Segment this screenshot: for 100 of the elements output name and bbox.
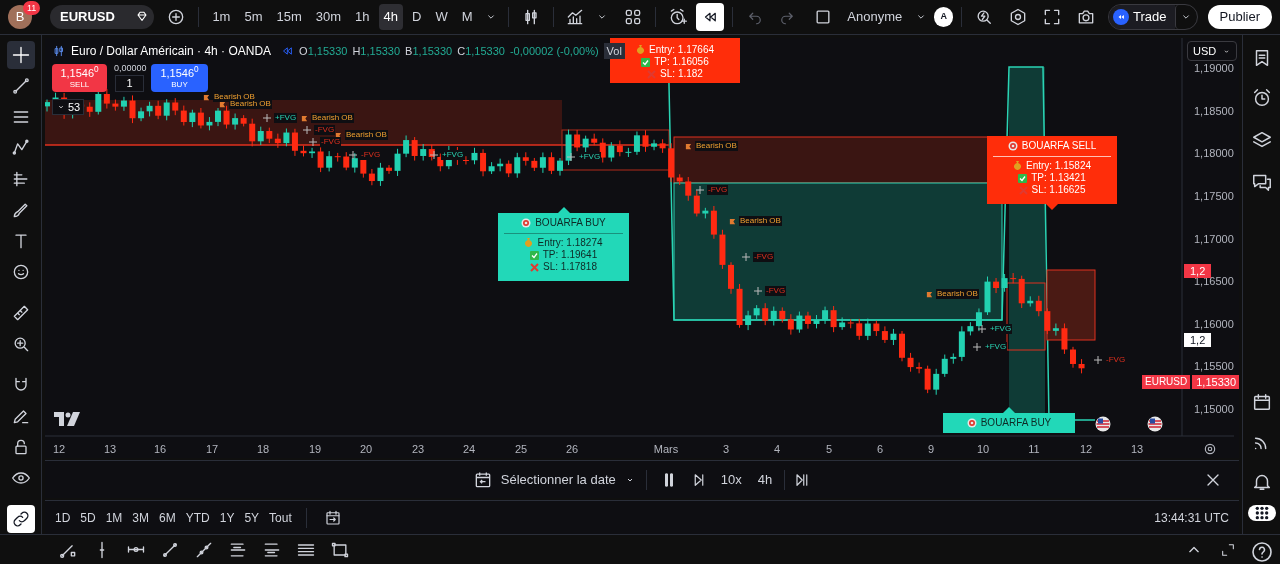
symbol-search[interactable]: EURUSD	[50, 5, 155, 29]
time-tick: Mars	[653, 442, 679, 457]
marker-label: Bearish OB	[345, 130, 388, 140]
time-tick: 13	[1130, 442, 1144, 457]
notification-badge: 11	[23, 1, 41, 15]
interval-tab[interactable]: 4h	[378, 4, 404, 30]
interval-tab[interactable]: 30m	[310, 4, 347, 30]
marker-label: Bearish OB	[739, 216, 782, 226]
signal-line: SL: 1.182	[660, 68, 703, 80]
marker-label: +FVG	[989, 324, 1013, 334]
quantity-field[interactable]: 1	[115, 75, 144, 92]
time-tick: 16	[153, 442, 167, 457]
time-tick: 24	[462, 442, 476, 457]
interval-tab[interactable]: 15m	[271, 4, 307, 30]
price-change: -0,00002 (-0,00%)	[509, 43, 599, 59]
price-tick: 1,18000	[1194, 147, 1234, 160]
marker-label: -FVG	[707, 185, 729, 195]
time-tick: 4	[773, 442, 781, 457]
collapse-indicators-button[interactable]: 53	[52, 99, 85, 115]
time-tick: 25	[514, 442, 528, 457]
price-tick: 1,16500	[1194, 275, 1234, 288]
marker-label: Bearish OB	[695, 141, 738, 151]
signal-line: SL: 1.16625	[1031, 184, 1086, 196]
interval-tab[interactable]: 1m	[207, 4, 236, 30]
ohlc-value: O1,15330	[299, 43, 348, 59]
marker-label: Bearish OB	[229, 99, 272, 109]
time-tick: 13	[103, 442, 117, 457]
time-tick: 26	[565, 442, 579, 457]
time-tick: 10	[976, 442, 990, 457]
price-tick: 1,19000	[1194, 62, 1234, 74]
marker-label: -FVG	[314, 125, 336, 135]
price-tick: 1,18500	[1194, 104, 1234, 117]
trade-button[interactable]: Trade	[1109, 5, 1175, 29]
signal-line: TP: 1.19641	[542, 249, 598, 261]
signal-line: TP: 1.16056	[654, 56, 709, 68]
speed-button[interactable]: 10x	[712, 465, 750, 494]
range-button[interactable]: 6M	[159, 508, 176, 527]
interval-tab[interactable]: 5m	[239, 4, 268, 30]
price-tick: 1,15500	[1194, 360, 1234, 373]
marker-label: -FVG	[360, 150, 382, 160]
range-button[interactable]: YTD	[185, 508, 210, 527]
marker-label: +FVG	[441, 150, 465, 160]
range-button[interactable]: 1Y	[219, 508, 235, 527]
time-tick: 6	[876, 442, 884, 457]
interval-button[interactable]: 4h	[749, 465, 781, 494]
marker-label: +FVG	[578, 152, 602, 162]
time-tick: 9	[927, 442, 935, 457]
marker-label: -FVG	[753, 252, 775, 262]
time-tick: 12	[1079, 442, 1093, 457]
price-tick: 1,17000	[1194, 232, 1234, 245]
interval-tab[interactable]: M	[456, 4, 478, 30]
sell-button[interactable]: 1,1546$^{0}$ SELL	[52, 64, 107, 92]
signal-line: Entry: 1.17664	[648, 44, 714, 56]
symbol-text: EURUSD	[60, 8, 115, 27]
buy-button[interactable]: 1,1546$^{0}$ BUY	[151, 64, 208, 92]
range-button[interactable]: 3M	[132, 508, 150, 527]
chart-title: Euro / Dollar Américain · 4h · OANDA	[71, 43, 272, 60]
spread-value: 0,00000	[114, 62, 147, 75]
range-button[interactable]: 1D	[55, 508, 71, 527]
range-button[interactable]: 1M	[105, 508, 123, 527]
currency-dropdown[interactable]: USD	[1187, 41, 1238, 61]
ohlc-value: B1,15330	[405, 43, 453, 59]
range-button[interactable]: 5D	[80, 508, 96, 527]
time-tick: 11	[1028, 442, 1040, 457]
price-tick: 1,16000	[1194, 317, 1234, 330]
layout-name-button[interactable]: Anonyme	[841, 7, 909, 27]
marker-label: -FVG	[1105, 355, 1127, 365]
publish-button[interactable]: Publier	[1207, 5, 1272, 29]
time-tick: 20	[359, 442, 373, 457]
volume-label: Vol	[603, 42, 625, 60]
signal-title: BOUARFA BUY	[980, 416, 1052, 430]
ohlc-value: H1,15330	[352, 43, 401, 59]
signal-line: TP: 1.13421	[1031, 172, 1086, 184]
select-date-button[interactable]: Sélectionner la date	[466, 465, 642, 494]
signal-line: SL: 1.17818	[543, 261, 597, 273]
interval-tab[interactable]: 1h	[350, 4, 375, 30]
time-tick: 18	[256, 442, 270, 457]
time-tick: 17	[205, 442, 219, 457]
signal-title: BOUARFA BUY	[535, 216, 606, 230]
price-badge: 1,2	[1184, 333, 1212, 347]
interval-tab[interactable]: W	[430, 4, 453, 30]
range-button[interactable]: Tout	[269, 508, 292, 527]
price-tick: 1,15000	[1194, 403, 1234, 415]
clock-text: 13:44:31 UTC	[1154, 509, 1229, 527]
time-tick: 12	[52, 442, 66, 457]
marker-label: Bearish OB	[936, 289, 979, 299]
marker-label: -FVG	[320, 137, 342, 147]
time-tick: 3	[722, 442, 730, 457]
price-tick: 1,17500	[1194, 189, 1234, 202]
marker-label: +FVG	[984, 342, 1008, 352]
time-tick: 5	[825, 442, 833, 457]
range-button[interactable]: 5Y	[244, 508, 260, 527]
interval-tab[interactable]: D	[407, 4, 427, 30]
signal-title: BOUARFA SELL	[1021, 139, 1097, 153]
signal-line: Entry: 1.15824	[1025, 160, 1091, 172]
symbol-badge: EURUSD	[1142, 375, 1191, 389]
user-avatar[interactable]: A	[934, 7, 954, 27]
last-price-badge: 1,15330	[1192, 375, 1239, 389]
time-tick: 23	[411, 442, 425, 457]
signal-line: Entry: 1.18274	[537, 237, 603, 249]
